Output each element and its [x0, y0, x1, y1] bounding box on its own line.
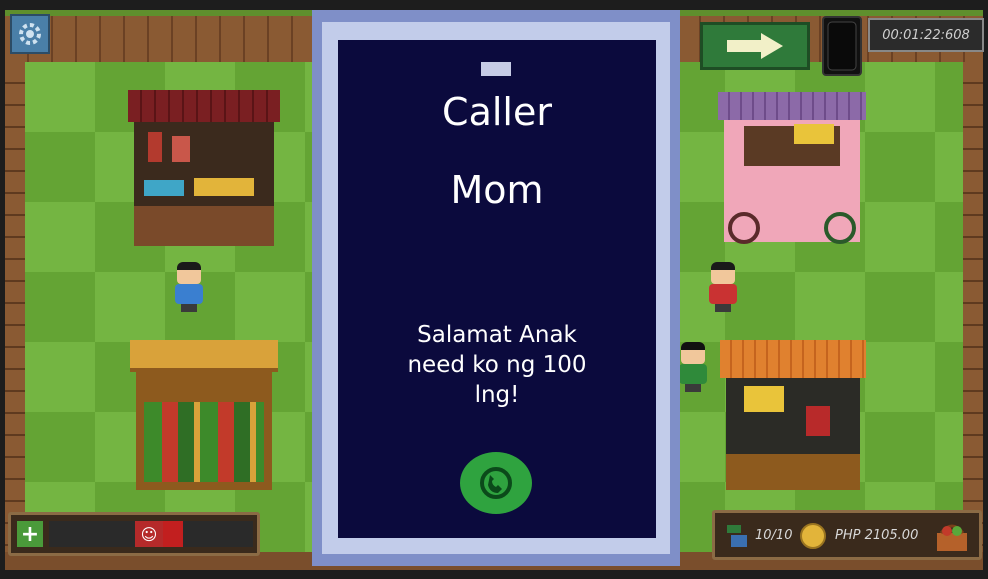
customer-npc[interactable] [172, 262, 206, 312]
call-icon [480, 467, 512, 499]
next-button[interactable] [700, 22, 810, 70]
call-title: Caller [442, 90, 552, 134]
brick-wall-left [5, 62, 25, 552]
call-message-line: need ko ng 100 [407, 352, 587, 378]
resources-panel: 10/10 PHP 2105.00 [712, 510, 982, 560]
brick-wall-right [963, 62, 983, 552]
satisfaction-bar: ☺ [49, 521, 253, 547]
settings-button[interactable] [10, 14, 50, 54]
phone-speaker [481, 62, 511, 76]
phone-button[interactable] [822, 16, 862, 76]
caller-name: Mom [450, 168, 544, 212]
customer-meter: + ☺ [8, 512, 260, 556]
money-amount: PHP 2105.00 [835, 528, 919, 543]
gear-icon [19, 23, 41, 45]
game-timer: 00:01:22:608 [868, 18, 984, 52]
customer-npc[interactable] [676, 342, 710, 392]
call-message-line: lng! [474, 382, 520, 408]
banana-stall[interactable] [720, 340, 866, 490]
customer-npc[interactable] [706, 262, 740, 312]
call-message-line: Salamat Anak [417, 322, 577, 348]
answer-call-button[interactable] [460, 452, 532, 514]
customers-icon [727, 525, 747, 547]
phone-icon [827, 21, 857, 71]
stock-count: 10/10 [755, 528, 793, 543]
arrow-right-icon [727, 33, 783, 59]
fruit-cart[interactable] [718, 92, 866, 244]
face-icon: ☺ [135, 521, 163, 547]
vegetable-stall[interactable] [130, 340, 278, 490]
add-button[interactable]: + [17, 521, 43, 547]
coin-icon [800, 523, 826, 549]
satisfaction-fill [163, 521, 183, 547]
meat-stall[interactable] [128, 90, 280, 246]
basket-icon [937, 524, 967, 551]
